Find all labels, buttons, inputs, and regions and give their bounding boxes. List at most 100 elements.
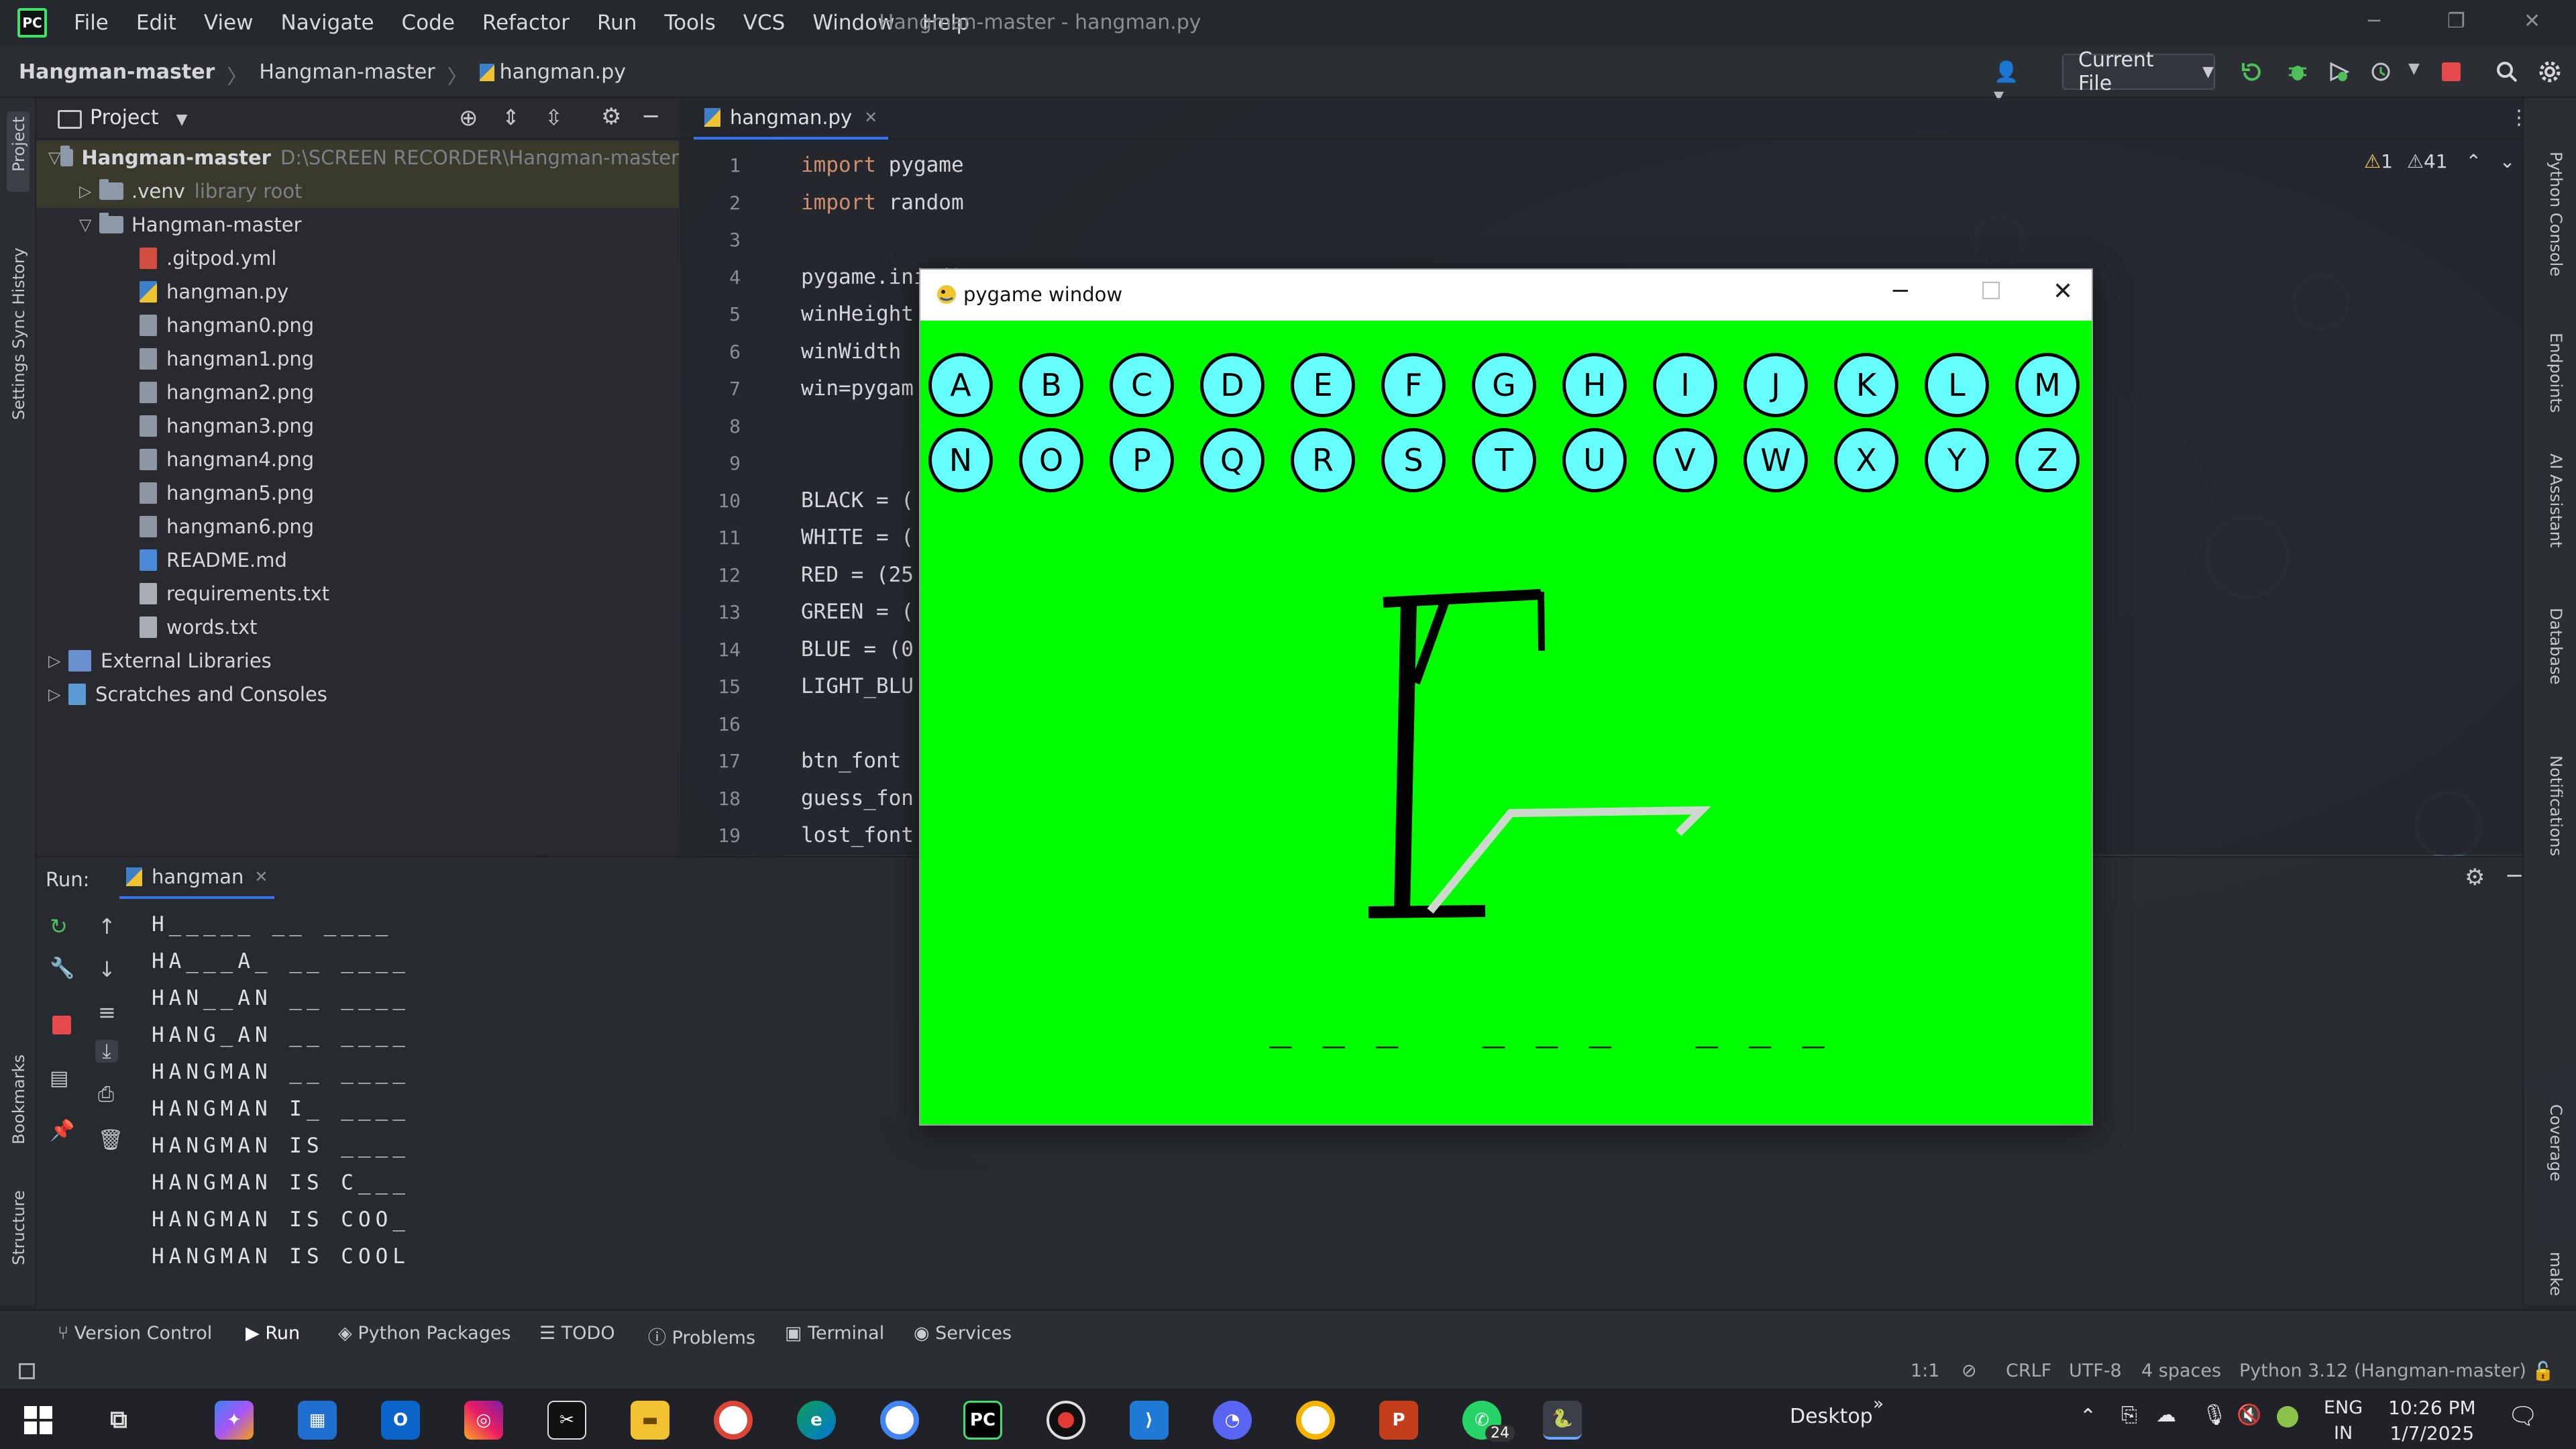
line-separator[interactable]: CRLF (2006, 1360, 2051, 1381)
inspection-widget[interactable]: ⚠1 ⚠41 ⌃ ⌄ (2364, 150, 2515, 172)
python-interpreter[interactable]: Python 3.12 (Hangman-master) (2239, 1360, 2526, 1381)
code-line[interactable]: LIGHT_BLU (801, 674, 914, 698)
panel-settings-icon[interactable]: ⚙ (601, 103, 621, 130)
tree-file-row[interactable]: hangman5.png (36, 476, 679, 510)
pygame-titlebar[interactable]: pygame window ─ ☐ ✕ (920, 270, 2092, 321)
tree-file-row[interactable]: .gitpod.yml (36, 241, 679, 275)
discord-icon[interactable]: ◔ (1213, 1401, 1252, 1440)
close-tab-icon[interactable]: ✕ (864, 108, 877, 127)
code-line[interactable]: winHeight (801, 302, 914, 326)
close-icon[interactable]: ✕ (2524, 9, 2540, 33)
tree-file-row[interactable]: hangman2.png (36, 376, 679, 409)
coverage-icon[interactable] (2328, 60, 2351, 83)
stop-icon[interactable] (2442, 62, 2461, 81)
lock-icon[interactable]: 🔓 (2532, 1360, 2555, 1382)
tree-file-row[interactable]: hangman4.png (36, 443, 679, 476)
caret-position[interactable]: 1:1 (1911, 1360, 1939, 1381)
tray-chevron-up-icon[interactable]: ⌃ (2080, 1405, 2096, 1428)
task-view-icon[interactable]: ⧉ (99, 1401, 138, 1440)
tree-root-row[interactable]: ▽ Hangman-master D:\SCREEN RECORDER\Hang… (36, 141, 679, 174)
indent-setting[interactable]: 4 spaces (2141, 1360, 2221, 1381)
services-tool[interactable]: ◉ Services (914, 1323, 1012, 1344)
close-icon[interactable]: ✕ (2053, 278, 2073, 305)
instagram-icon[interactable]: ◎ (464, 1401, 503, 1440)
hide-panel-icon[interactable]: ─ (644, 103, 657, 130)
tree-file-row[interactable]: requirements.txt (36, 577, 679, 610)
tree-external-libraries-row[interactable]: ▷ External Libraries (36, 644, 679, 678)
scroll-to-end-icon[interactable]: ⤓ (95, 1040, 118, 1063)
collapse-all-icon[interactable]: ⇳ (545, 105, 563, 130)
vscode-icon[interactable]: ⟩ (1130, 1401, 1169, 1440)
settings-gear-icon[interactable] (2538, 60, 2561, 83)
tree-file-row[interactable]: hangman1.png (36, 342, 679, 376)
minimize-icon[interactable]: ─ (1893, 278, 1908, 305)
notification-center-icon[interactable]: 🗨 (2508, 1402, 2538, 1430)
problems-tool[interactable]: ⓘ Problems (648, 1323, 755, 1349)
tree-file-row[interactable]: hangman3.png (36, 409, 679, 443)
coverage-label[interactable]: Coverage (2546, 1104, 2565, 1181)
menu-view[interactable]: View (204, 11, 254, 35)
run-tab-hangman[interactable]: hangman ✕ (119, 857, 275, 899)
menu-tools[interactable]: Tools (664, 11, 715, 35)
screen-recorder-icon[interactable] (1046, 1401, 1085, 1440)
code-line[interactable]: BLACK = ( (801, 488, 914, 513)
code-line[interactable]: import random (801, 191, 964, 215)
bookmarks-label[interactable]: Bookmarks (9, 1055, 28, 1144)
ai-assistant-label[interactable]: AI Assistant (2546, 453, 2565, 547)
copilot-icon[interactable]: ✦ (215, 1401, 254, 1440)
notifications-label[interactable]: Notifications (2546, 755, 2565, 856)
python-console-label[interactable]: Python Console (2546, 152, 2565, 276)
microsoft-store-icon[interactable]: ▦ (298, 1401, 337, 1440)
code-line[interactable]: lost_font (801, 823, 914, 847)
menu-navigate[interactable]: Navigate (281, 11, 374, 35)
menu-code[interactable]: Code (402, 11, 455, 35)
search-icon[interactable] (2496, 60, 2518, 83)
code-line[interactable]: btn_font (801, 749, 901, 773)
tree-file-row[interactable]: hangman6.png (36, 510, 679, 543)
tree-file-row[interactable]: README.md (36, 543, 679, 577)
tray-device-icon[interactable]: ⎘ (2121, 1403, 2137, 1427)
desktop-toolbar-label[interactable]: Desktop (1790, 1405, 1873, 1428)
hide-panel-icon[interactable]: ─ (2508, 863, 2521, 890)
minimize-icon[interactable]: ─ (2368, 9, 2380, 33)
chrome-alt-icon[interactable] (1296, 1401, 1335, 1440)
tray-app-icon[interactable] (2277, 1406, 2298, 1428)
tree-subfolder-row[interactable]: ▽ Hangman-master (36, 208, 679, 241)
pygame-task-icon[interactable]: 🐍 (1543, 1401, 1582, 1440)
layout-toggle-icon[interactable] (19, 1363, 35, 1379)
endpoints-label[interactable]: Endpoints (2546, 333, 2565, 413)
wrench-icon[interactable]: 🔧 (50, 957, 74, 980)
layout-icon[interactable]: ▤ (50, 1067, 72, 1090)
tree-file-row[interactable]: words.txt (36, 610, 679, 644)
language-indicator[interactable]: ENG IN (2324, 1395, 2363, 1446)
todo-tool[interactable]: ☰ TODO (539, 1323, 615, 1344)
breadcrumb-file[interactable]: hangman.py (479, 60, 626, 90)
python-packages-tool[interactable]: ◈ Python Packages (338, 1323, 511, 1344)
restore-icon[interactable]: ❐ (2447, 9, 2465, 33)
vcs-status-icon[interactable]: ⊘ (1962, 1360, 1977, 1381)
menu-file[interactable]: File (74, 11, 109, 35)
code-line[interactable]: BLUE = (0 (801, 637, 914, 661)
file-encoding[interactable]: UTF-8 (2069, 1360, 2122, 1381)
account-icon[interactable]: 👤▾ (1994, 60, 2019, 107)
windows-start-icon[interactable] (24, 1406, 52, 1434)
editor-tab-hangman[interactable]: hangman.py ✕ (694, 98, 889, 140)
soft-wrap-icon[interactable]: ≡ (98, 1000, 121, 1025)
edge-icon[interactable]: e (797, 1401, 836, 1440)
pygame-canvas[interactable]: ABCDEFGHIJKLMNOPQRSTUVWXYZ _ _ _ _ _ _ _… (920, 321, 2092, 1124)
powerpoint-icon[interactable]: P (1379, 1401, 1418, 1440)
tray-microphone-icon[interactable]: 🎙 (2202, 1403, 2227, 1427)
code-line[interactable]: winWidth (801, 339, 901, 364)
file-explorer-icon[interactable]: ▬ (631, 1401, 669, 1440)
print-icon[interactable]: ⎙ (98, 1083, 121, 1106)
capcut-icon[interactable]: ✂ (547, 1401, 586, 1440)
tree-file-row[interactable]: hangman0.png (36, 309, 679, 342)
menu-refactor[interactable]: Refactor (482, 11, 570, 35)
trash-icon[interactable]: 🗑 (98, 1128, 123, 1152)
pycharm-logo-icon[interactable]: PC (17, 8, 47, 38)
pycharm-icon[interactable]: PC (963, 1401, 1002, 1440)
code-line[interactable]: RED = (25 (801, 563, 914, 587)
chrome-icon[interactable] (880, 1401, 919, 1440)
tree-scratches-row[interactable]: ▷ Scratches and Consoles (36, 678, 679, 711)
make-label[interactable]: make (2546, 1252, 2565, 1296)
